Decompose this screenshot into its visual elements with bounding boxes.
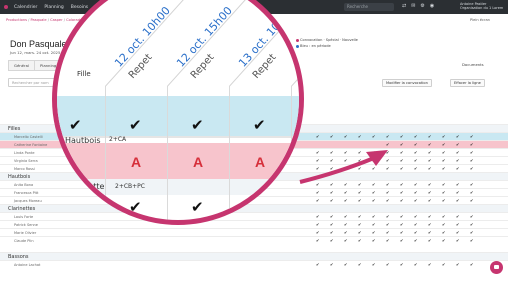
attendance-check[interactable]: ✔	[129, 200, 142, 215]
lens-label-clarinette-count: 2+CB+PC	[115, 183, 145, 190]
app-window: Calendrier Planning Besoins Effectifs Pr…	[0, 0, 508, 288]
lens-label-hautbois: Hautbois	[65, 136, 101, 145]
lens-label-hautbois-count: 2+CA	[109, 136, 127, 143]
lens-pink-row	[57, 143, 299, 179]
attendance-check[interactable]: ✔	[129, 118, 142, 133]
lens-highlight-row	[57, 96, 299, 136]
magnifier-lens: Fille Hautbois 2+CA Clarinette 2+CB+PC 1…	[52, 0, 304, 225]
absence-mark[interactable]: A	[255, 154, 265, 170]
absence-mark[interactable]: A	[193, 154, 203, 170]
attendance-check[interactable]: ✔	[253, 118, 266, 133]
lens-label-clarinette: Clarinette	[65, 182, 105, 191]
attendance-check[interactable]: ✔	[253, 200, 266, 215]
attendance-check[interactable]: ✔	[191, 200, 204, 215]
attendance-check[interactable]: ✔	[69, 118, 82, 133]
attendance-check[interactable]: ✔	[191, 118, 204, 133]
lens-label-fille: Fille	[77, 70, 91, 78]
chat-bubble-icon[interactable]	[490, 261, 503, 274]
arrow-line	[299, 156, 375, 184]
absence-mark[interactable]: A	[131, 154, 141, 170]
